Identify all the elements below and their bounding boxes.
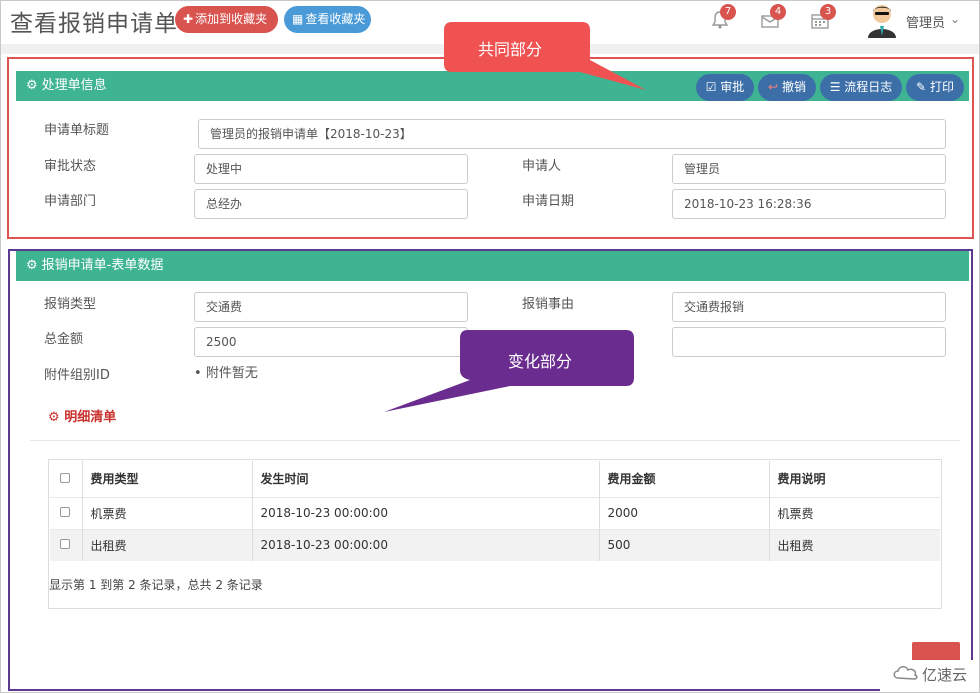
calendar-badge: 3 [820, 4, 836, 20]
user-name[interactable]: 管理员 [906, 12, 945, 31]
common-section-outline [7, 57, 974, 239]
user-avatar-icon [868, 5, 896, 38]
add-to-favorites-button[interactable]: ✚ 添加到收藏夹 [175, 6, 278, 33]
avatar[interactable] [866, 2, 898, 38]
watermark-text: 亿速云 [922, 666, 968, 684]
variable-callout-text: 变化部分 [508, 352, 573, 371]
list-icon: ▦ [292, 12, 304, 26]
common-callout-text: 共同部分 [478, 40, 543, 59]
view-favorites-button[interactable]: ▦ 查看收藏夹 [284, 6, 371, 33]
mail-badge: 4 [770, 4, 786, 20]
page-title: 查看报销申请单 [10, 11, 178, 37]
cloud-logo-icon [893, 666, 918, 680]
chevron-down-icon[interactable]: ⌄ [950, 12, 960, 26]
notification-calendar[interactable]: 3 [810, 4, 836, 32]
add-to-favorites-label: 添加到收藏夹 [195, 12, 268, 26]
plus-icon: ✚ [183, 12, 194, 26]
notification-bell[interactable]: 7 [710, 4, 736, 32]
view-favorites-label: 查看收藏夹 [305, 12, 366, 26]
variable-section-outline [8, 249, 973, 691]
notification-mail[interactable]: 4 [760, 4, 786, 32]
bell-badge: 7 [720, 4, 736, 20]
